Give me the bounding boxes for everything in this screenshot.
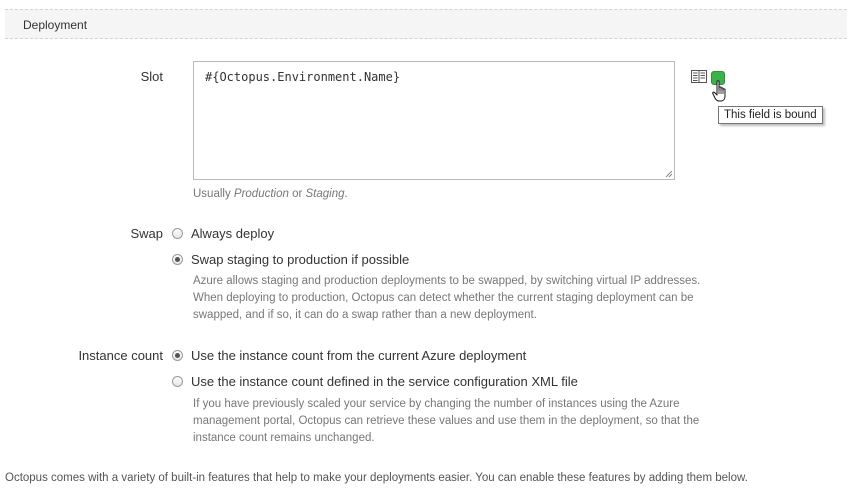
- instance-count-option-config[interactable]: Use the instance count defined in the se…: [172, 372, 578, 390]
- radio-label: Use the instance count from the current …: [191, 347, 527, 363]
- slot-help: Usually Production or Staging.: [193, 188, 348, 200]
- instance-count-label: Instance count: [78, 348, 163, 363]
- variable-binding-icon[interactable]: [691, 70, 707, 83]
- help-line: Azure allows staging and production depl…: [193, 275, 701, 287]
- radio-button[interactable]: [172, 375, 183, 387]
- radio-button-selected[interactable]: [172, 253, 183, 265]
- slot-label: Slot: [140, 69, 163, 84]
- instance-count-help: If you have previously scaled your servi…: [193, 396, 699, 447]
- section-title: Deployment: [23, 18, 88, 32]
- radio-button-selected[interactable]: [172, 349, 183, 361]
- swap-option-swap-staging[interactable]: Swap staging to production if possible: [172, 250, 409, 268]
- help-line: If you have previously scaled your servi…: [193, 398, 680, 410]
- swap-help: Azure allows staging and production depl…: [193, 273, 700, 324]
- swap-label: Swap: [130, 226, 163, 241]
- slot-value: #{Octopus.Environment.Name}: [205, 70, 401, 84]
- tooltip: This field is bound: [718, 106, 823, 124]
- slot-textarea[interactable]: #{Octopus.Environment.Name}: [193, 61, 675, 180]
- help-line: When deploying to production, Octopus ca…: [193, 292, 694, 304]
- help-line: management portal, Octopus can retrieve …: [193, 415, 700, 427]
- help-line: instance count remains unchanged.: [193, 432, 375, 444]
- radio-button[interactable]: [172, 227, 183, 239]
- resize-handle-icon[interactable]: [665, 170, 673, 178]
- radio-label: Swap staging to production if possible: [191, 251, 410, 267]
- swap-option-always-deploy[interactable]: Always deploy: [172, 224, 274, 242]
- instance-count-option-current[interactable]: Use the instance count from the current …: [172, 346, 526, 364]
- features-description: Octopus comes with a variety of built-in…: [5, 472, 748, 484]
- radio-label: Always deploy: [191, 225, 275, 241]
- radio-label: Use the instance count defined in the se…: [191, 373, 578, 389]
- hand-cursor-icon: [712, 80, 726, 102]
- section-header-deployment: Deployment: [5, 9, 847, 39]
- help-line: swapped, and if so, it can do a swap rat…: [193, 309, 537, 321]
